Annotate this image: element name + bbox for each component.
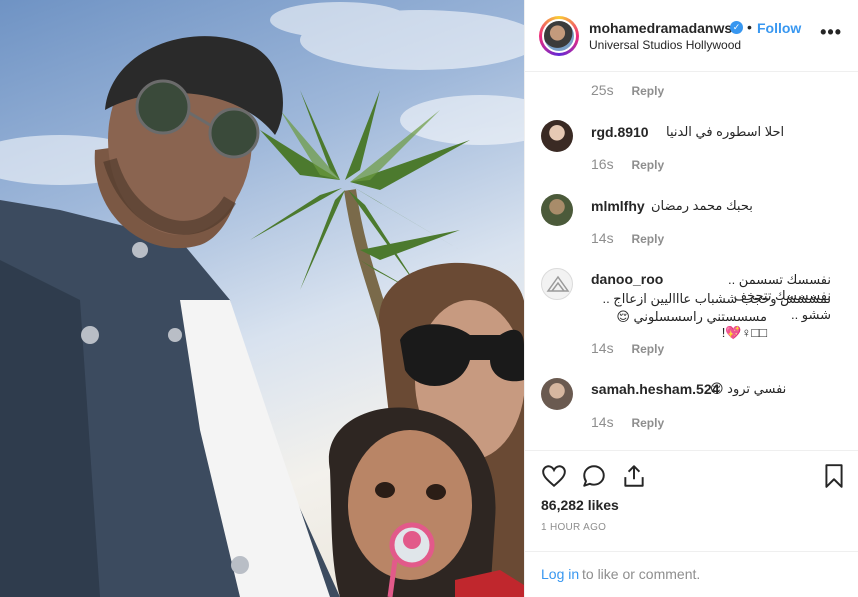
author-username[interactable]: mohamedramadanws: [589, 20, 732, 36]
login-link[interactable]: Log in: [541, 566, 579, 582]
comment-username[interactable]: samah.hesham.524: [591, 381, 719, 397]
comment-text: احلا اسطوره في الدنيا: [666, 124, 785, 139]
commenter-avatar[interactable]: [541, 194, 573, 226]
comment-meta: 25s Reply: [591, 82, 664, 98]
comment-meta: 14s Reply: [591, 414, 664, 430]
heart-icon[interactable]: [541, 463, 567, 489]
reply-button[interactable]: Reply: [631, 232, 664, 246]
location-link[interactable]: Universal Studios Hollywood: [589, 38, 741, 52]
comment-meta: 16s Reply: [591, 156, 664, 172]
comment-text-line: مسسستني راسسسلوني 😌□□♀💖!: [616, 309, 767, 340]
commenter-avatar[interactable]: [541, 120, 573, 152]
login-prompt-text: to like or comment.: [582, 566, 701, 582]
reply-button[interactable]: Reply: [631, 84, 664, 98]
comment-username[interactable]: rgd.8910: [591, 124, 649, 140]
reply-button[interactable]: Reply: [631, 416, 664, 430]
comment-icon[interactable]: [581, 463, 607, 489]
verified-badge-icon: ✓: [730, 21, 743, 34]
post-timestamp[interactable]: 1 HOUR AGO: [541, 522, 606, 533]
post-photo: [0, 0, 524, 597]
comment-meta: 14s Reply: [591, 340, 664, 356]
commenter-avatar[interactable]: [541, 268, 573, 300]
more-options-icon[interactable]: •••: [820, 22, 842, 43]
comment-username[interactable]: danoo_roo: [591, 271, 663, 287]
post-header: mohamedramadanws ✓ • Follow Universal St…: [525, 0, 858, 72]
comment-meta: 14s Reply: [591, 230, 664, 246]
comment-text: نفسي ترود 😌: [710, 381, 787, 396]
login-bar: Log in to like or comment.: [525, 551, 858, 597]
comment-time: 14s: [591, 340, 614, 356]
reply-button[interactable]: Reply: [631, 158, 664, 172]
share-icon[interactable]: [621, 463, 647, 489]
author-avatar[interactable]: [539, 16, 579, 56]
follow-button[interactable]: Follow: [757, 20, 801, 36]
comment-time: 25s: [591, 82, 614, 98]
separator-dot: •: [747, 19, 752, 35]
bookmark-icon[interactable]: [821, 463, 847, 489]
comment-time: 16s: [591, 156, 614, 172]
comment-time: 14s: [591, 414, 614, 430]
reply-button[interactable]: Reply: [631, 342, 664, 356]
likes-count[interactable]: 86,282 likes: [541, 497, 619, 513]
post-actions: 86,282 likes 1 HOUR AGO Log in to like o…: [525, 450, 858, 597]
comment-text: بحبك محمد رمضان: [651, 198, 753, 213]
commenter-avatar[interactable]: [541, 378, 573, 410]
comment-time: 14s: [591, 230, 614, 246]
comment-username[interactable]: mlmlfhy: [591, 198, 645, 214]
post-panel: mohamedramadanws ✓ • Follow Universal St…: [524, 0, 858, 597]
comments-list[interactable]: 25s Reply rgd.8910 احلا اسطوره في الدنيا…: [525, 72, 858, 450]
